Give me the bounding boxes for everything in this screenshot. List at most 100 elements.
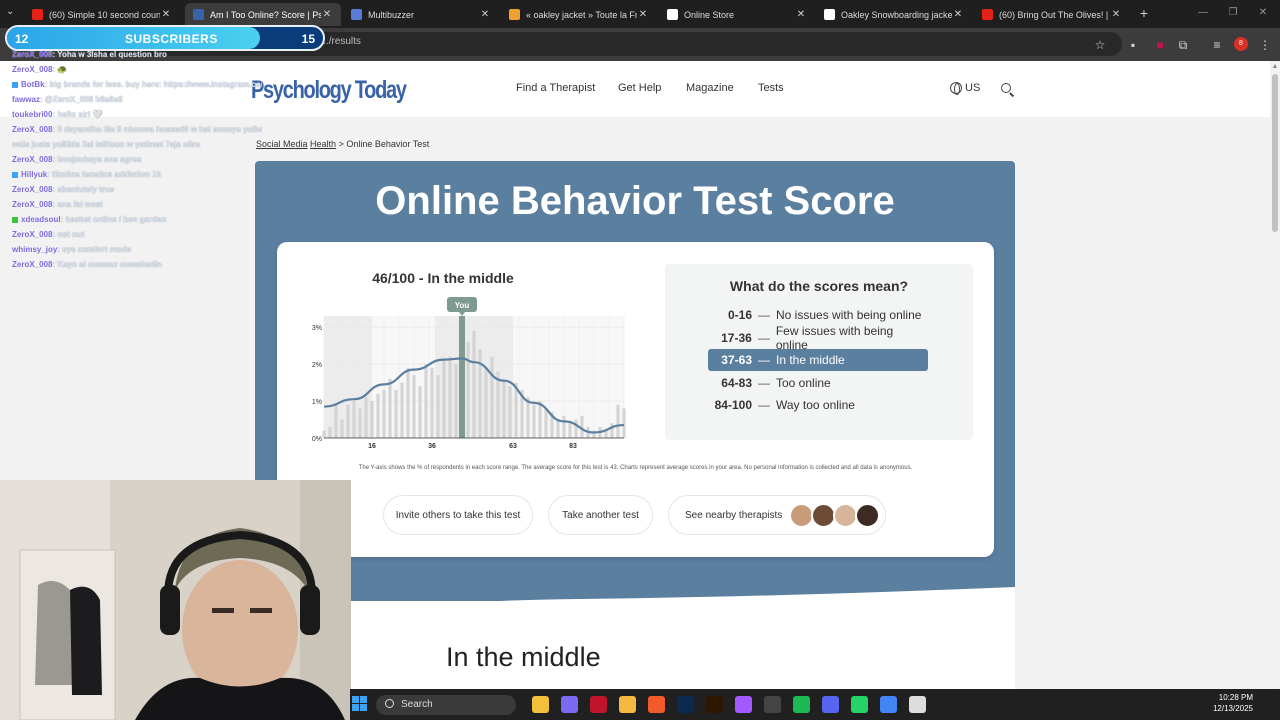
browser-tab[interactable]: (60) Simple 10 second countdo✕ — [24, 3, 180, 26]
histogram-bar — [442, 360, 446, 438]
histogram-bar — [616, 404, 620, 438]
chat-text: : absolutely true — [52, 185, 115, 194]
chat-message: ZeroX_008: 🐢 — [12, 62, 262, 77]
extensions-puzzle-icon[interactable]: ⧉ — [1176, 38, 1190, 52]
tab-label: Online Store — [684, 9, 735, 20]
histogram-bar — [568, 423, 572, 438]
legend-range: 17-36 — [721, 330, 752, 345]
search-icon[interactable] — [1001, 83, 1011, 93]
histogram-bar — [484, 367, 488, 438]
tab-close-icon[interactable]: ✕ — [637, 9, 649, 20]
minimize-icon[interactable]: — — [1196, 6, 1210, 20]
tab-label: « oakley jacket » Toute la Franc — [526, 9, 637, 20]
media-controls-icon[interactable]: ≡ — [1210, 38, 1224, 52]
obs-icon[interactable] — [764, 696, 781, 713]
chat-message: whimsy_joy: eye comfort mode — [12, 242, 262, 257]
brave-icon[interactable] — [648, 696, 665, 713]
tab-favicon-icon — [509, 9, 520, 20]
take-another-test-button[interactable]: Take another test — [548, 495, 653, 535]
nav-magazine[interactable]: Magazine — [686, 82, 734, 94]
mcafee-icon[interactable] — [590, 696, 607, 713]
new-tab-button[interactable]: + — [1136, 5, 1152, 21]
extension-icon[interactable]: ▪ — [1126, 38, 1140, 52]
tab-close-icon[interactable]: ✕ — [1110, 9, 1122, 20]
copilot-icon[interactable] — [561, 696, 578, 713]
taskbar-search[interactable]: Search — [376, 695, 516, 715]
scroll-up-icon[interactable]: ▲ — [1271, 63, 1279, 71]
chat-message: ZeroX_008: Kayn el oumour ouwahedin — [12, 257, 262, 272]
illustrator-icon[interactable] — [706, 696, 723, 713]
x-tick-label: 16 — [368, 443, 376, 450]
histogram-bar — [334, 404, 338, 438]
legend-range: 84-100 — [714, 398, 752, 412]
figma-icon[interactable] — [735, 696, 752, 713]
chrome-icon[interactable] — [880, 696, 897, 713]
histogram-bar — [412, 375, 416, 438]
chat-message: BotBk: big brands for less. buy here: ht… — [12, 77, 262, 92]
tab-close-icon[interactable]: ✕ — [795, 9, 807, 20]
recording-extension-icon[interactable]: ■ — [1153, 38, 1167, 52]
webcam-overlay — [0, 480, 351, 720]
nearby-therapists-button[interactable]: See nearby therapists — [668, 495, 886, 535]
invite-button[interactable]: Invite others to take this test — [383, 495, 533, 535]
tab-label: (60) Bring Out The Olives! | Ma — [999, 9, 1110, 20]
browser-tab[interactable]: (60) Bring Out The Olives! | Ma✕ — [974, 3, 1130, 26]
chat-text: : 🐢 — [52, 65, 68, 74]
tab-close-icon[interactable]: ✕ — [321, 9, 333, 20]
start-button[interactable] — [352, 696, 368, 712]
maximize-icon[interactable]: ❐ — [1226, 6, 1240, 20]
legend-dash: — — [758, 398, 770, 412]
chat-text: : likollna fanatics addiction 1h — [47, 170, 162, 179]
score-legend: What do the scores mean? 0-16 — No issues … — [665, 264, 973, 440]
chat-badge-icon — [12, 81, 18, 88]
folder-icon[interactable] — [619, 696, 636, 713]
bookmark-star-icon[interactable]: ☆ — [1093, 38, 1107, 52]
chat-message: toukebri00: hello siri 🤍 — [12, 107, 262, 122]
whatsapp-icon[interactable] — [851, 696, 868, 713]
browser-tab[interactable]: Multibuzzer ✕ — [343, 3, 499, 26]
locale-selector[interactable]: US — [950, 82, 980, 95]
tab-close-icon[interactable]: ✕ — [160, 9, 172, 20]
nav-find-therapist[interactable]: Find a Therapist — [516, 82, 595, 94]
spotify-icon[interactable] — [793, 696, 810, 713]
nav-get-help[interactable]: Get Help — [618, 82, 661, 94]
file-explorer-icon[interactable] — [532, 696, 549, 713]
histogram-bar — [544, 408, 548, 438]
profile-badge[interactable]: 8 — [1234, 37, 1248, 51]
scrollbar-thumb[interactable] — [1272, 74, 1278, 232]
discord-icon[interactable] — [822, 696, 839, 713]
menu-icon[interactable]: ⋮ — [1258, 38, 1272, 52]
stream-chat-overlay: ZeroX_008: Yoha w 3lsha el question bro Z… — [12, 47, 262, 272]
subscriber-goal: 15 — [301, 32, 315, 46]
nav-tests[interactable]: Tests — [758, 82, 784, 94]
breadcrumb-link[interactable]: Social Media — [256, 139, 308, 149]
chat-message: ZeroX_008: ana fel west — [12, 197, 262, 212]
x-tick-label: 36 — [428, 443, 436, 450]
legend-dash: — — [758, 308, 770, 322]
tab-close-icon[interactable]: ✕ — [479, 9, 491, 20]
chat-message: wala juste yo83da 3al telifoun w yatimat… — [12, 137, 262, 152]
breadcrumb-link-2[interactable]: Health — [310, 139, 336, 149]
chat-text: : boujoukaya ana agree — [52, 155, 142, 164]
system-clock[interactable]: 10:28 PM 12/13/2025 — [1205, 692, 1253, 714]
photoshop-icon[interactable] — [677, 696, 694, 713]
you-marker-pointer — [459, 312, 465, 316]
score-label: 46/100 - In the middle — [372, 270, 514, 286]
browser-tab[interactable]: Am I Too Online? Score | Psych✕ — [185, 3, 341, 26]
tab-close-icon[interactable]: ✕ — [952, 9, 964, 20]
tab-search-icon[interactable]: ⌄ — [6, 6, 14, 17]
histogram-bar — [346, 404, 350, 438]
subscriber-label: SUBSCRIBERS — [125, 32, 218, 46]
histogram-bar — [508, 386, 512, 438]
histogram-bar — [562, 415, 566, 438]
close-window-icon[interactable]: ✕ — [1256, 6, 1270, 20]
chat-username: ZeroX_008 — [12, 200, 53, 209]
browser-tab[interactable]: Oakley Snowboarding jacket ✕ — [816, 3, 972, 26]
browser-tab[interactable]: « oakley jacket » Toute la Franc✕ — [501, 3, 657, 26]
chat-text: : not out — [52, 230, 85, 239]
site-logo[interactable]: Psychology Today — [251, 76, 407, 105]
app-icon[interactable] — [909, 696, 926, 713]
browser-tab[interactable]: Online Store ✕ — [659, 3, 815, 26]
histogram-bar — [370, 401, 374, 438]
chat-text: : big brands for less. buy here: https:/… — [44, 80, 262, 89]
